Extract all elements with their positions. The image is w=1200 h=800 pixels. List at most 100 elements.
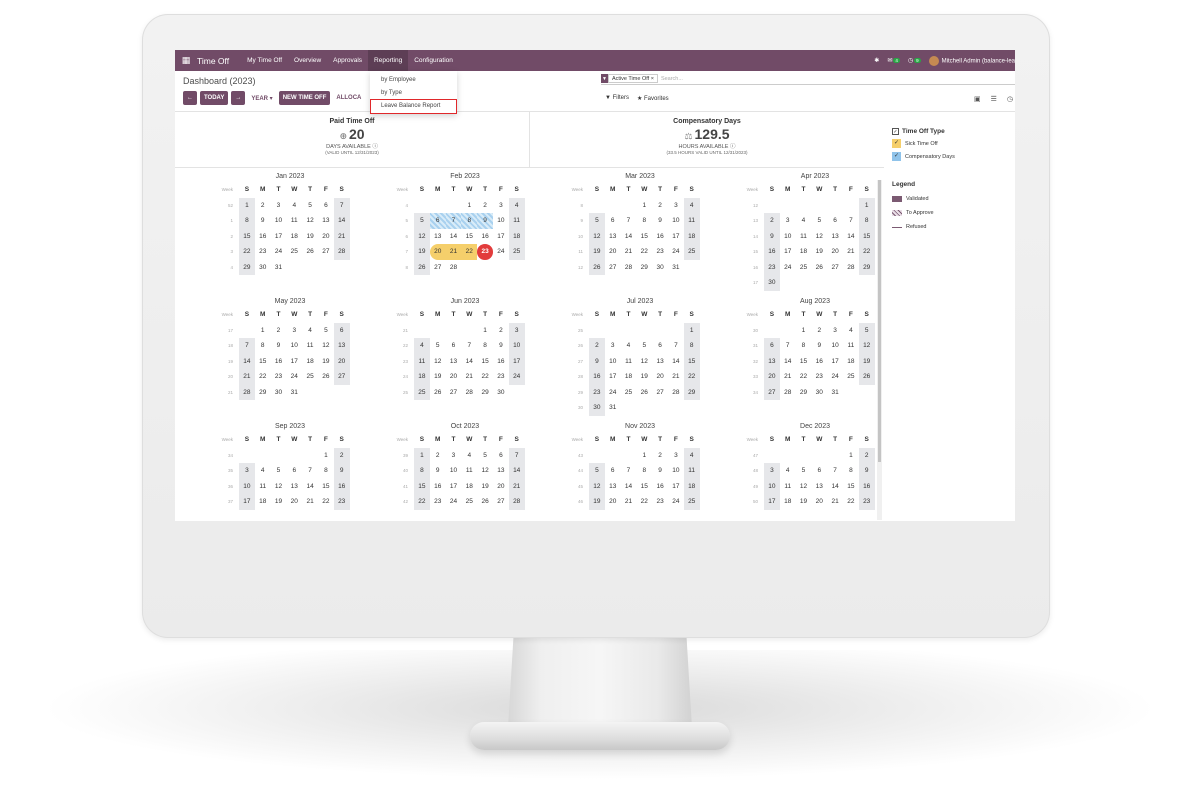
calendar-day[interactable]: 9 [271,338,287,354]
calendar-day[interactable]: 5 [477,448,493,464]
calendar-day[interactable]: 4 [302,323,318,339]
calendar-day[interactable]: 17 [605,369,621,385]
calendar-day[interactable]: 17 [446,479,462,495]
search-facet[interactable]: Active Time Off × [608,74,658,83]
calendar-day[interactable]: 29 [477,385,493,401]
calendar-day[interactable]: 13 [827,229,843,245]
calendar-day[interactable]: 15 [255,354,271,370]
calendar-day[interactable]: 8 [255,338,271,354]
calendar-day[interactable]: 1 [843,448,859,464]
calendar-day[interactable]: 8 [477,338,493,354]
calendar-day[interactable]: 2 [652,198,668,214]
calendar-day[interactable]: 12 [414,228,430,244]
calendar-day[interactable]: 22 [683,369,700,385]
calendar-day[interactable]: 24 [605,385,621,401]
calendar-day[interactable]: 19 [318,354,334,370]
calendar-day[interactable]: 5 [302,198,318,214]
calendar-day[interactable]: 2 [493,323,509,339]
today-button[interactable]: TODAY [200,91,229,105]
calendar-day[interactable]: 22 [461,244,478,260]
allocation-button[interactable]: ALLOCA [333,95,364,101]
calendar-day[interactable]: 12 [589,478,605,494]
calendar-day[interactable]: 23 [430,494,446,510]
calendar-day[interactable]: 19 [589,244,605,260]
calendar-day[interactable]: 8 [858,213,875,229]
calendar-day[interactable]: 2 [477,198,493,214]
calendar-day[interactable]: 14 [302,479,318,495]
menu-by-employee[interactable]: by Employee [370,74,457,87]
calendar-day[interactable]: 10 [605,354,621,370]
calendar-day[interactable]: 30 [255,260,271,276]
calendar-day[interactable]: 21 [333,228,350,244]
calendar-day[interactable]: 13 [286,479,302,495]
calendar-day[interactable]: 23 [858,494,875,510]
calendar-day[interactable]: 30 [652,260,668,276]
calendar-day[interactable]: 9 [652,463,668,479]
calendar-day[interactable]: 13 [493,463,509,479]
calendar-day[interactable]: 10 [764,478,780,494]
filters-toggle[interactable]: ▼ Filters [605,95,629,102]
calendar-day[interactable]: 30 [764,275,780,291]
calendar-day[interactable]: 14 [827,479,843,495]
calendar-day[interactable]: 6 [333,322,350,338]
calendar-day[interactable]: 5 [796,463,812,479]
calendar-day[interactable]: 7 [668,338,684,354]
calendar-day[interactable]: 22 [843,494,859,510]
calendar-day[interactable]: 7 [333,197,350,213]
calendar-day[interactable]: 7 [461,338,477,354]
calendar-day[interactable]: 27 [446,385,462,401]
calendar-day[interactable]: 25 [508,244,525,260]
calendar-day[interactable]: 7 [827,463,843,479]
calendar-day[interactable]: 6 [764,338,780,354]
calendar-day[interactable]: 22 [477,369,493,385]
calendar-day[interactable]: 3 [271,198,287,214]
calendar-day[interactable]: 9 [255,213,271,229]
filter-sick-time-off[interactable]: ✓ Sick Time Off [892,139,1012,149]
calendar-day[interactable]: 15 [636,479,652,495]
calendar-day[interactable]: 11 [302,338,318,354]
calendar-day[interactable]: 4 [286,198,302,214]
calendar-day[interactable]: 20 [652,369,668,385]
calendar-day[interactable]: 12 [477,463,493,479]
calendar-day[interactable]: 2 [430,448,446,464]
calendar-day[interactable]: 19 [430,369,446,385]
calendar-day[interactable]: 13 [764,353,780,369]
nav-reporting[interactable]: Reporting [368,50,409,71]
calendar-day[interactable]: 11 [461,463,477,479]
calendar-day[interactable]: 24 [827,369,843,385]
calendar-day[interactable]: 2 [652,448,668,464]
calendar-day[interactable]: 5 [589,463,605,479]
calendar-day[interactable]: 14 [780,354,796,370]
calendar-view-icon[interactable]: ▣ [974,95,981,103]
calendar-day[interactable]: 14 [333,213,350,229]
bug-icon[interactable]: ✱ [874,57,879,64]
calendar-day[interactable]: 21 [621,244,637,260]
calendar-day[interactable]: 16 [652,229,668,245]
calendar-day[interactable]: 9 [858,463,875,479]
calendar-day[interactable]: 18 [255,494,271,510]
calendar-day[interactable]: 25 [843,369,859,385]
calendar-day[interactable]: 4 [508,197,525,213]
calendar-day[interactable]: 16 [430,479,446,495]
calendar-day[interactable]: 4 [461,448,477,464]
calendar-day[interactable]: 16 [271,354,287,370]
calendar-day[interactable]: 19 [811,244,827,260]
calendar-day[interactable]: 24 [493,244,509,260]
calendar-day[interactable]: 3 [668,198,684,214]
calendar-day[interactable]: 20 [605,494,621,510]
calendar-day[interactable]: 17 [668,229,684,245]
calendar-day[interactable]: 26 [414,259,430,275]
calendar-day[interactable]: 3 [508,322,525,338]
calendar-day[interactable]: 2 [255,198,271,214]
calendar-day[interactable]: 14 [508,463,525,479]
calendar-day[interactable]: 27 [333,369,350,385]
calendar-day[interactable]: 24 [508,369,525,385]
calendar-day[interactable]: 5 [589,213,605,229]
calendar-day[interactable]: 6 [318,198,334,214]
calendar-day[interactable]: 15 [858,228,875,244]
calendar-day[interactable]: 7 [843,213,859,229]
calendar-day[interactable]: 18 [302,354,318,370]
calendar-day[interactable]: 9 [430,463,446,479]
calendar-day[interactable]: 2 [811,323,827,339]
calendar-day[interactable]: 22 [318,494,334,510]
